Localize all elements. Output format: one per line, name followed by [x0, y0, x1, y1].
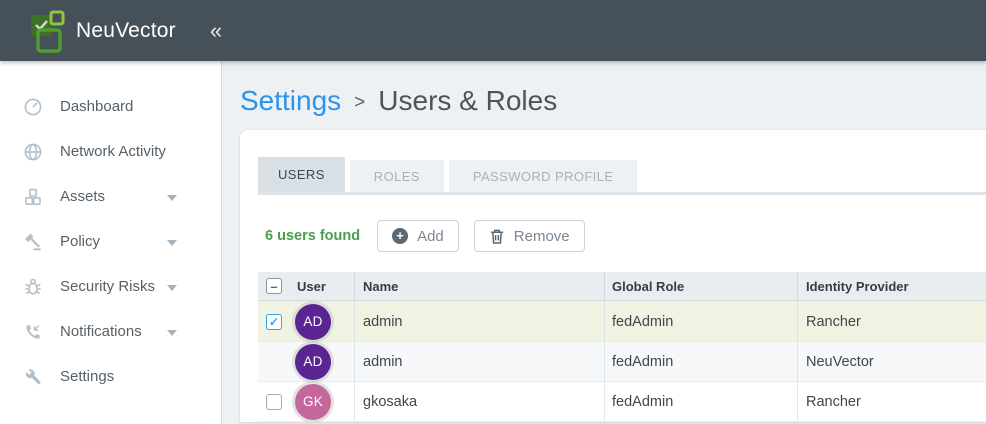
brand-logo: NeuVector	[28, 8, 176, 54]
remove-user-button[interactable]: Remove	[474, 220, 585, 252]
add-button-label: Add	[417, 228, 444, 245]
column-header-user[interactable]: User	[297, 279, 326, 294]
cubes-icon	[23, 187, 43, 207]
sidebar-item-policy[interactable]: Policy	[0, 219, 221, 264]
neuvector-logo-icon	[28, 8, 68, 54]
cell-global-role: fedAdmin	[605, 302, 798, 341]
tab-password-profile[interactable]: PASSWORD PROFILE	[449, 160, 638, 192]
breadcrumb-settings-link[interactable]: Settings	[240, 85, 341, 117]
top-bar: NeuVector «	[0, 0, 986, 61]
column-header-name[interactable]: Name	[355, 272, 605, 300]
sidebar-item-settings[interactable]: Settings	[0, 354, 221, 399]
sidebar-item-dashboard[interactable]: Dashboard	[0, 84, 221, 129]
avatar: AD	[295, 344, 331, 380]
users-roles-card: USERS ROLES PASSWORD PROFILE 6 users fou…	[240, 130, 986, 422]
table-row[interactable]: ✓ AD admin fedAdmin Rancher	[258, 301, 986, 341]
table-header-row: – User Name Global Role Identity Provide…	[258, 272, 986, 301]
cell-name: admin	[355, 342, 605, 381]
row-checkbox[interactable]	[266, 394, 282, 410]
row-checkbox[interactable]: ✓	[266, 314, 282, 330]
column-header-global-role[interactable]: Global Role	[605, 272, 798, 300]
cell-identity-provider: Rancher	[798, 382, 986, 421]
avatar: GK	[295, 384, 331, 420]
sidebar-collapse-button[interactable]: «	[204, 16, 228, 46]
remove-button-label: Remove	[514, 228, 570, 245]
wrench-icon	[23, 367, 43, 387]
cell-identity-provider: Rancher	[798, 302, 986, 341]
users-count-text: 6 users found	[265, 228, 360, 244]
table-row-partial[interactable]	[258, 421, 986, 422]
avatar: AD	[295, 304, 331, 340]
cell-identity-provider: NeuVector	[798, 342, 986, 381]
add-user-button[interactable]: + Add	[377, 220, 459, 252]
bug-icon	[23, 277, 43, 297]
chevron-down-icon	[167, 195, 177, 201]
users-toolbar: 6 users found + Add Remove	[258, 220, 986, 252]
select-all-checkbox[interactable]: –	[266, 278, 282, 294]
plus-circle-icon: +	[392, 228, 408, 244]
page-title: Users & Roles	[378, 85, 557, 117]
column-header-identity-provider[interactable]: Identity Provider	[798, 272, 986, 300]
phone-icon	[23, 322, 43, 342]
tab-bar: USERS ROLES PASSWORD PROFILE	[258, 157, 986, 195]
dashboard-icon	[23, 97, 43, 117]
sidebar-item-label: Dashboard	[60, 98, 133, 115]
sidebar-item-notifications[interactable]: Notifications	[0, 309, 221, 354]
cell-name: gkosaka	[355, 382, 605, 421]
main-content: Settings > Users & Roles USERS ROLES PAS…	[222, 61, 986, 424]
gavel-icon	[23, 232, 43, 252]
table-row[interactable]: AD admin fedAdmin NeuVector	[258, 341, 986, 381]
trash-icon	[489, 228, 505, 245]
sidebar-item-security-risks[interactable]: Security Risks	[0, 264, 221, 309]
breadcrumb: Settings > Users & Roles	[240, 85, 986, 117]
cell-name: admin	[355, 302, 605, 341]
table-row[interactable]: GK gkosaka fedAdmin Rancher	[258, 381, 986, 421]
sidebar-item-label: Policy	[60, 233, 100, 250]
chevron-down-icon	[167, 240, 177, 246]
chevron-down-icon	[167, 330, 177, 336]
tab-roles[interactable]: ROLES	[350, 160, 444, 192]
sidebar-item-assets[interactable]: Assets	[0, 174, 221, 219]
sidebar-item-label: Notifications	[60, 323, 142, 340]
cell-global-role: fedAdmin	[605, 342, 798, 381]
cell-global-role: fedAdmin	[605, 382, 798, 421]
globe-icon	[23, 142, 43, 162]
chevron-down-icon	[167, 285, 177, 291]
users-table: – User Name Global Role Identity Provide…	[258, 272, 986, 422]
sidebar-item-network-activity[interactable]: Network Activity	[0, 129, 221, 174]
breadcrumb-separator: >	[354, 88, 365, 114]
tab-users[interactable]: USERS	[258, 157, 345, 192]
sidebar-item-label: Assets	[60, 188, 105, 205]
brand-name: NeuVector	[76, 19, 176, 43]
sidebar-item-label: Network Activity	[60, 143, 166, 160]
sidebar-nav: Dashboard Network Activity Assets	[0, 61, 222, 424]
sidebar-item-label: Settings	[60, 368, 114, 385]
sidebar-item-label: Security Risks	[60, 278, 155, 295]
